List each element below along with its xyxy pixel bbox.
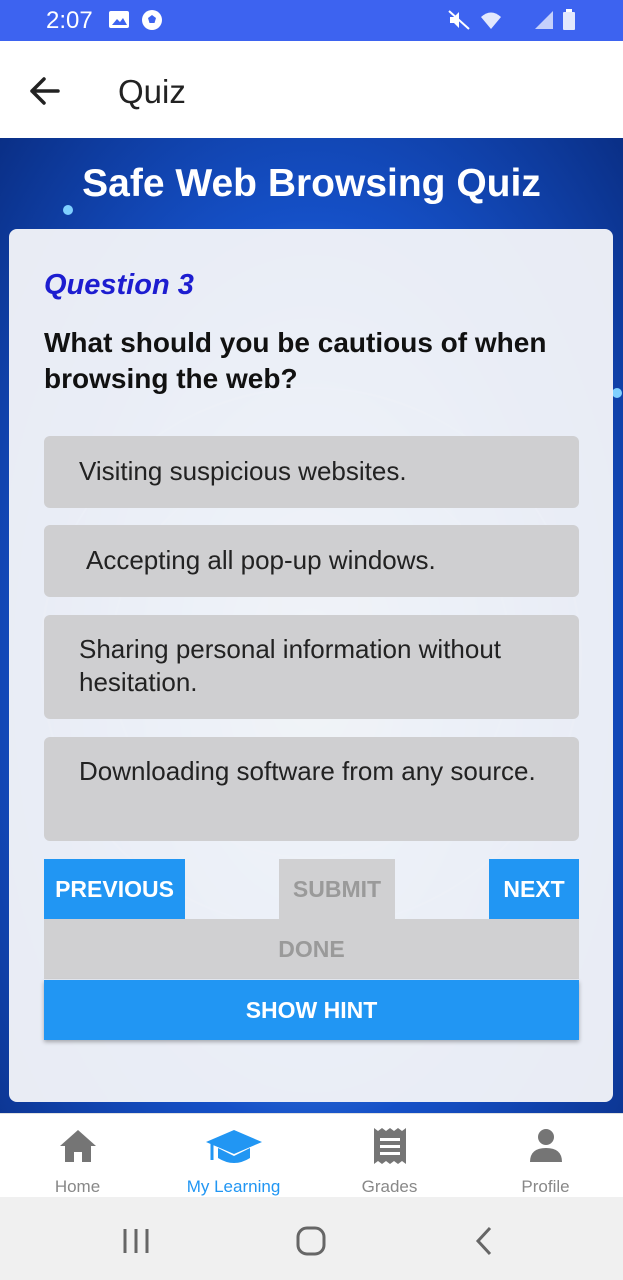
question-number: Question 3	[44, 269, 194, 301]
quiz-background: Safe Web Browsing Quiz Question 3 What s…	[0, 138, 623, 1113]
recent-apps-icon	[123, 1229, 149, 1253]
nav-item-profile[interactable]: Profile	[468, 1114, 623, 1198]
system-back-button[interactable]	[465, 1221, 505, 1261]
status-time: 2:07	[46, 7, 93, 34]
answer-option-1[interactable]: Visiting suspicious websites.	[44, 436, 579, 508]
nav-item-home[interactable]: Home	[0, 1114, 155, 1198]
show-hint-button[interactable]: SHOW HINT	[44, 980, 579, 1040]
nav-label-home: Home	[54, 1177, 101, 1196]
nav-label-my-learning: My Learning	[186, 1177, 281, 1196]
submit-button[interactable]: SUBMIT	[279, 859, 395, 919]
answer-option-2[interactable]: Accepting all pop-up windows.	[44, 525, 579, 597]
home-icon	[60, 1130, 96, 1162]
question-card: Question 3 What should you be cautious o…	[9, 229, 613, 1102]
answer-option-4[interactable]: Downloading software from any source.	[44, 737, 579, 841]
arrow-left-icon	[30, 77, 60, 105]
bottom-nav: Home My Learning Grades Profile	[0, 1113, 623, 1198]
nav-item-my-learning[interactable]: My Learning	[156, 1114, 311, 1198]
done-button[interactable]: DONE	[44, 919, 579, 979]
battery-icon	[563, 9, 575, 30]
nav-item-grades[interactable]: Grades	[312, 1114, 467, 1198]
app-bar: Quiz	[0, 41, 623, 139]
system-nav-bar	[0, 1197, 623, 1280]
quiz-title: Safe Web Browsing Quiz	[82, 162, 541, 205]
mute-icon	[448, 10, 470, 30]
previous-button[interactable]: PREVIOUS	[44, 859, 185, 919]
status-bar: 2:07	[0, 0, 623, 41]
nav-label-grades: Grades	[361, 1177, 418, 1196]
signal-icon	[535, 11, 553, 29]
chevron-left-icon	[475, 1226, 492, 1256]
next-button[interactable]: NEXT	[489, 859, 579, 919]
nav-label-profile: Profile	[521, 1177, 570, 1196]
gallery-icon	[109, 11, 129, 28]
recent-apps-button[interactable]	[116, 1221, 156, 1261]
page-title: Quiz	[118, 73, 186, 110]
question-text: What should you be cautious of when brow…	[44, 327, 547, 394]
person-icon	[530, 1129, 562, 1162]
answer-option-3[interactable]: Sharing personal information without hes…	[44, 615, 579, 719]
wifi-icon	[481, 12, 501, 29]
back-button[interactable]	[22, 69, 70, 113]
graduation-cap-icon	[206, 1130, 262, 1163]
receipt-icon	[374, 1128, 406, 1164]
soccer-ball-icon	[142, 10, 162, 30]
home-circle-icon	[296, 1226, 326, 1256]
home-button[interactable]	[291, 1221, 331, 1261]
